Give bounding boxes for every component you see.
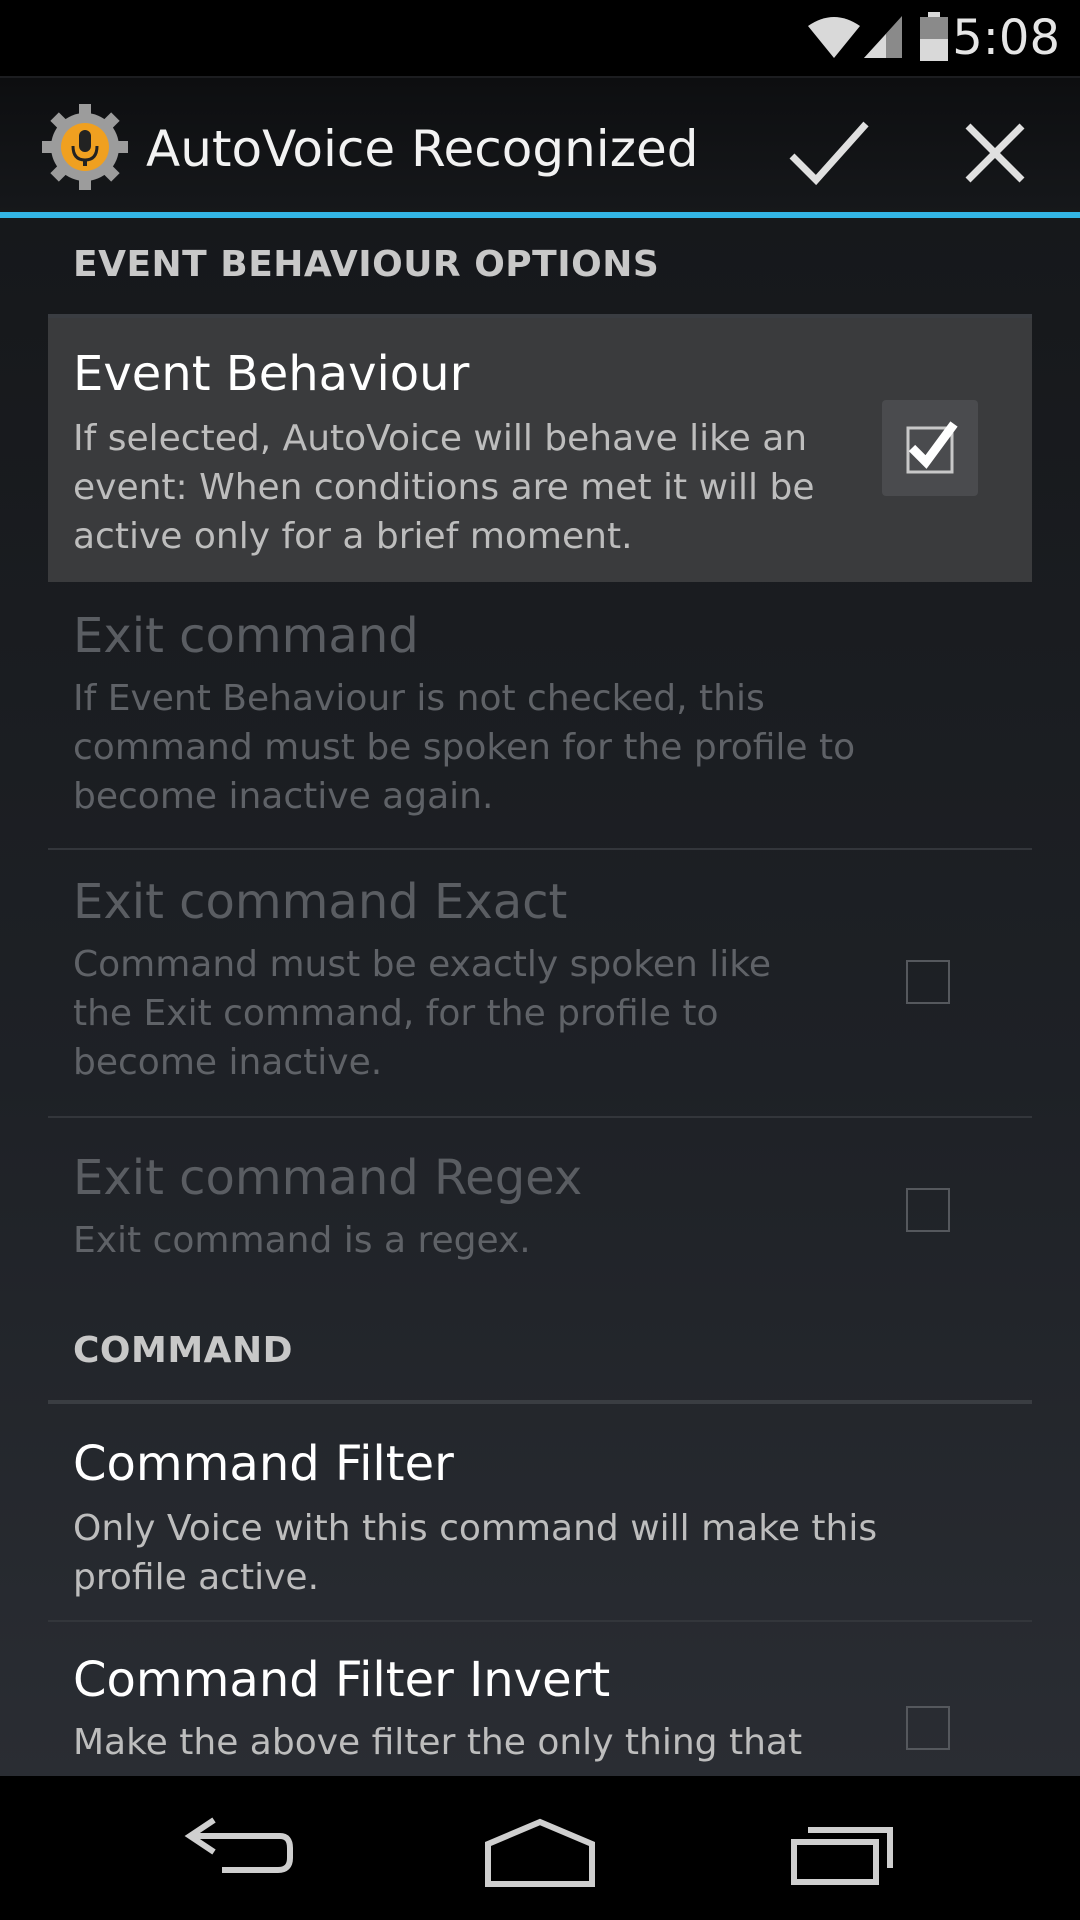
preferences-list[interactable]: EVENT BEHAVIOUR OPTIONS Event Behaviour … <box>0 218 1080 1776</box>
back-icon[interactable] <box>180 1806 300 1896</box>
section-header-label: EVENT BEHAVIOUR OPTIONS <box>73 244 660 285</box>
pref-summary: If Event Behaviour is not checked, this … <box>73 678 856 817</box>
recent-apps-icon[interactable] <box>780 1806 900 1896</box>
pref-summary: Command must be exactly spoken like the … <box>73 944 771 1083</box>
event-behaviour-checkbox[interactable] <box>882 400 978 496</box>
exit-command-exact-checkbox[interactable] <box>906 960 950 1004</box>
cancel-button[interactable] <box>950 108 1040 198</box>
pref-title: Command Filter Invert <box>73 1652 611 1708</box>
confirm-button[interactable] <box>784 108 874 198</box>
battery-icon <box>920 12 948 61</box>
exit-command-regex-checkbox[interactable] <box>906 1188 950 1232</box>
command-filter-invert-checkbox[interactable] <box>906 1706 950 1750</box>
close-icon <box>965 123 1025 183</box>
pref-title: Exit command Exact <box>73 874 568 930</box>
pref-summary: Only Voice with this command will make t… <box>73 1508 878 1598</box>
wifi-icon <box>808 17 860 58</box>
pref-title: Exit command <box>73 608 419 664</box>
section-header-event-behaviour: EVENT BEHAVIOUR OPTIONS <box>48 218 1032 318</box>
page-title: AutoVoice Recognized <box>146 120 699 178</box>
pref-title: Command Filter <box>73 1436 454 1492</box>
pref-summary: If selected, AutoVoice will behave like … <box>73 418 815 557</box>
signal-icon <box>864 16 902 58</box>
status-time: 5:08 <box>952 10 1060 66</box>
pref-summary: Exit command is a regex. <box>73 1220 531 1261</box>
pref-exit-command-regex[interactable]: Exit command Regex Exit command is a reg… <box>48 1118 1032 1278</box>
pref-title: Exit command Regex <box>73 1150 583 1206</box>
navigation-bar <box>0 1776 1080 1920</box>
autovoice-gear-mic-icon <box>42 104 128 190</box>
section-header-label: COMMAND <box>73 1330 294 1371</box>
action-bar: AutoVoice Recognized <box>0 76 1080 216</box>
pref-title: Event Behaviour <box>73 346 470 402</box>
section-header-command: COMMAND <box>48 1278 1032 1404</box>
pref-exit-command-exact[interactable]: Exit command Exact Command must be exact… <box>48 850 1032 1118</box>
home-icon[interactable] <box>480 1806 600 1896</box>
pref-command-filter-invert[interactable]: Command Filter Invert Make the above fil… <box>48 1622 1032 1776</box>
pref-summary: Make the above filter the only thing tha… <box>73 1722 803 1763</box>
pref-event-behaviour[interactable]: Event Behaviour If selected, AutoVoice w… <box>48 318 1032 582</box>
checkmark-icon <box>906 421 958 474</box>
pref-exit-command[interactable]: Exit command If Event Behaviour is not c… <box>48 582 1032 850</box>
checkmark-icon <box>789 121 869 186</box>
pref-command-filter[interactable]: Command Filter Only Voice with this comm… <box>48 1404 1032 1622</box>
status-bar: 5:08 <box>0 0 1080 76</box>
